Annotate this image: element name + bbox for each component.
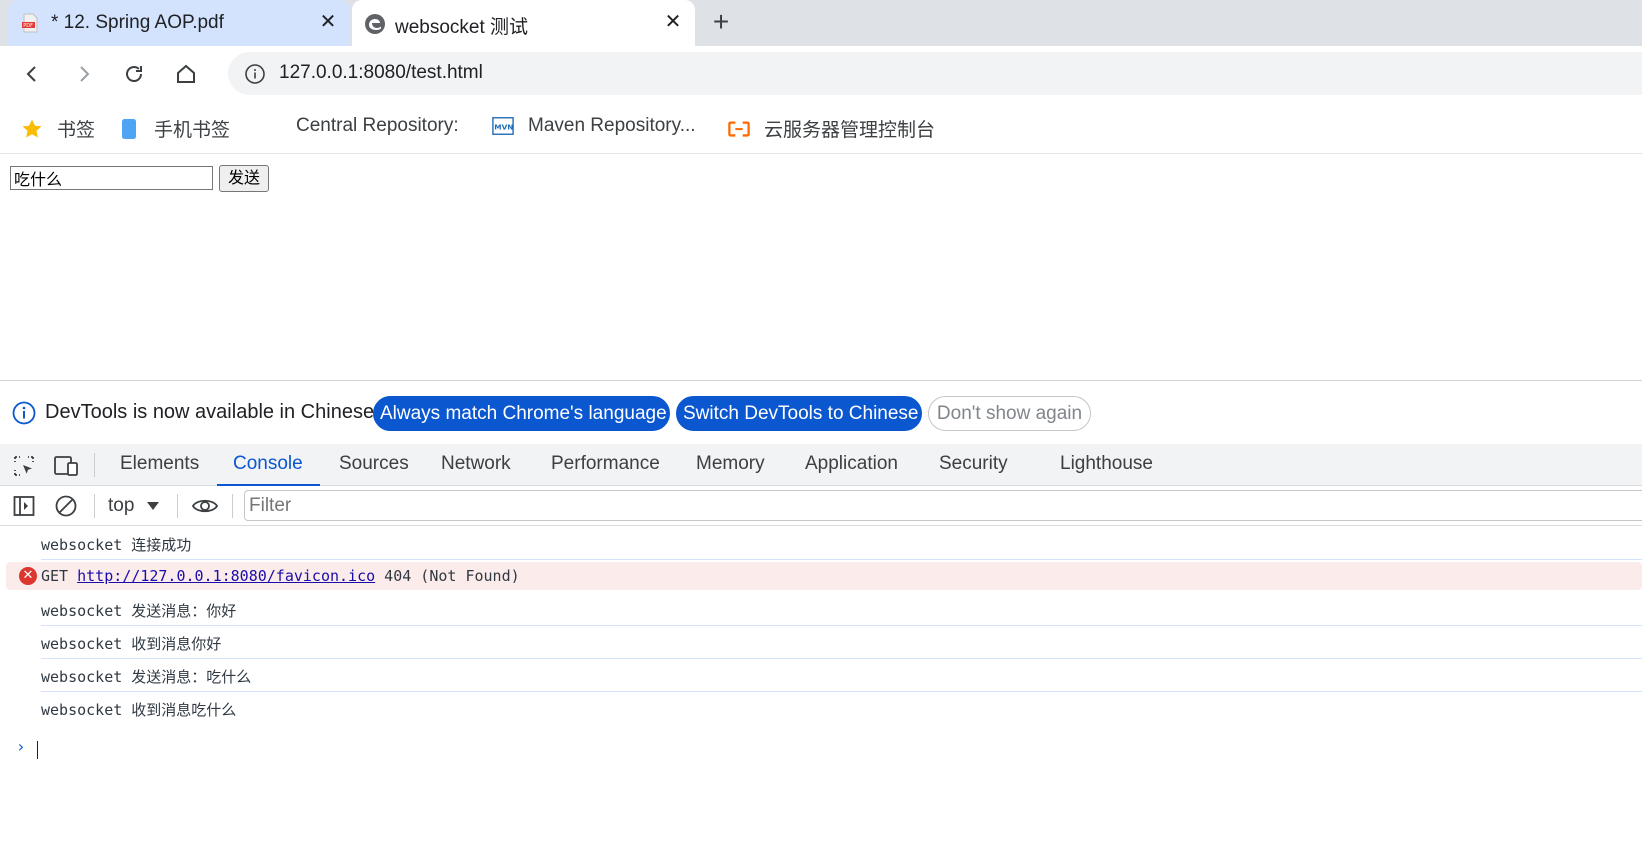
mvn-icon: MVN xyxy=(492,115,514,137)
tab-memory[interactable]: Memory xyxy=(696,444,765,485)
tab-console[interactable]: Console xyxy=(217,444,320,486)
tab-security[interactable]: Security xyxy=(939,444,1008,485)
browser-toolbar: 127.0.0.1:8080/test.html xyxy=(0,46,1642,101)
star-icon xyxy=(21,118,43,140)
bookmark-folder[interactable]: 书签 xyxy=(21,115,95,142)
console-messages: websocket 连接成功 ✕ GET http://127.0.0.1:80… xyxy=(0,527,1642,725)
aliyun-icon xyxy=(728,118,750,140)
error-method: GET xyxy=(41,567,78,585)
new-tab-button[interactable]: + xyxy=(706,8,736,38)
edge-icon xyxy=(364,13,385,34)
svg-text:PDF: PDF xyxy=(23,23,33,29)
bookmark-label: Maven Repository... xyxy=(528,115,696,136)
always-match-language-button[interactable]: Always match Chrome's language xyxy=(373,396,670,431)
error-url-link[interactable]: http://127.0.0.1:8080/favicon.ico xyxy=(77,567,375,585)
site-info-icon[interactable] xyxy=(244,63,266,85)
bookmark-maven-repository[interactable]: MVN Maven Repository... xyxy=(492,115,696,137)
reload-icon xyxy=(126,66,142,82)
svg-text:MVN: MVN xyxy=(494,123,513,132)
console-toolbar: top xyxy=(0,486,1642,526)
error-status: 404 (Not Found) xyxy=(375,567,520,585)
console-message: websocket 发送消息：你好 xyxy=(0,593,1642,626)
tab-sources[interactable]: Sources xyxy=(339,444,409,485)
tab-network[interactable]: Network xyxy=(441,444,511,485)
info-icon xyxy=(12,401,36,425)
clear-console-icon[interactable] xyxy=(52,492,80,520)
console-message: websocket 收到消息吃什么 xyxy=(41,701,237,719)
inspect-element-icon[interactable] xyxy=(10,452,38,480)
dont-show-again-button[interactable]: Don't show again xyxy=(928,396,1091,431)
context-selector[interactable]: top xyxy=(108,495,160,517)
tab-websocket[interactable]: websocket 测试 ✕ xyxy=(352,0,695,46)
sidebar-toggle-icon[interactable] xyxy=(10,492,38,520)
bookmark-label: Central Repository: xyxy=(296,115,459,136)
tab-lighthouse[interactable]: Lighthouse xyxy=(1060,444,1153,485)
toolbar-divider xyxy=(177,494,178,518)
page-content: 发送 xyxy=(0,155,1642,380)
tab-title: * 12. Spring AOP.pdf xyxy=(51,12,224,33)
tab-elements[interactable]: Elements xyxy=(120,444,199,485)
toolbar-divider xyxy=(232,494,233,518)
forward-arrow-icon xyxy=(80,66,90,82)
console-filter-input[interactable] xyxy=(244,490,1642,521)
url-text: 127.0.0.1:8080/test.html xyxy=(279,62,483,83)
infobar-message: DevTools is now available in Chinese! xyxy=(45,401,380,423)
devtools-tab-bar: Elements Console Sources Network Perform… xyxy=(0,444,1642,486)
tab-performance[interactable]: Performance xyxy=(551,444,660,485)
back-arrow-icon xyxy=(26,66,36,82)
console-error-message: ✕ GET http://127.0.0.1:8080/favicon.ico … xyxy=(6,562,1642,590)
bookmark-label: 书签 xyxy=(57,120,96,141)
close-icon[interactable]: ✕ xyxy=(316,10,340,34)
console-message: websocket 发送消息：吃什么 xyxy=(0,659,1642,692)
send-button[interactable]: 发送 xyxy=(219,165,269,192)
error-icon: ✕ xyxy=(19,567,37,585)
phone-icon xyxy=(118,118,140,140)
forward-button[interactable] xyxy=(68,58,100,90)
devtools-panel: DevTools is now available in Chinese! Al… xyxy=(0,380,1642,851)
live-expression-eye-icon[interactable] xyxy=(190,492,220,520)
dropdown-arrow-icon xyxy=(147,502,160,510)
close-icon[interactable]: ✕ xyxy=(661,10,685,34)
pdf-icon: PDF xyxy=(20,13,40,33)
bookmark-mobile[interactable]: 手机书签 xyxy=(118,115,230,142)
bookmark-aliyun-console[interactable]: 云服务器管理控制台 xyxy=(728,115,935,142)
context-label: top xyxy=(108,495,135,516)
home-button[interactable] xyxy=(170,58,202,90)
bookmark-label: 云服务器管理控制台 xyxy=(764,120,936,141)
tab-application[interactable]: Application xyxy=(805,444,898,485)
console-prompt-chevron-icon: › xyxy=(16,737,26,756)
message-input[interactable] xyxy=(10,166,213,190)
console-message: websocket 连接成功 xyxy=(0,527,1642,560)
home-icon xyxy=(177,64,195,83)
device-toolbar-icon[interactable] xyxy=(52,452,80,480)
toolbar-divider xyxy=(94,453,95,477)
language-infobar: DevTools is now available in Chinese! Al… xyxy=(0,381,1642,444)
reload-button[interactable] xyxy=(118,58,150,90)
tab-strip: PDF * 12. Spring AOP.pdf ✕ websocket 测试 … xyxy=(0,0,1642,46)
console-input-cursor[interactable] xyxy=(37,741,38,759)
switch-to-chinese-button[interactable]: Switch DevTools to Chinese xyxy=(676,396,922,431)
back-button[interactable] xyxy=(16,58,48,90)
toolbar-divider xyxy=(94,494,95,518)
address-bar[interactable]: 127.0.0.1:8080/test.html xyxy=(228,52,1642,95)
bookmarks-bar: 书签 手机书签 Central Repository: MVN Maven Re… xyxy=(0,101,1642,154)
tab-pdf[interactable]: PDF * 12. Spring AOP.pdf ✕ xyxy=(8,0,350,46)
bookmark-label: 手机书签 xyxy=(154,120,231,141)
tab-title: websocket 测试 xyxy=(395,17,529,38)
bookmark-central-repository[interactable]: Central Repository: xyxy=(296,115,459,137)
console-message: websocket 收到消息你好 xyxy=(0,626,1642,659)
